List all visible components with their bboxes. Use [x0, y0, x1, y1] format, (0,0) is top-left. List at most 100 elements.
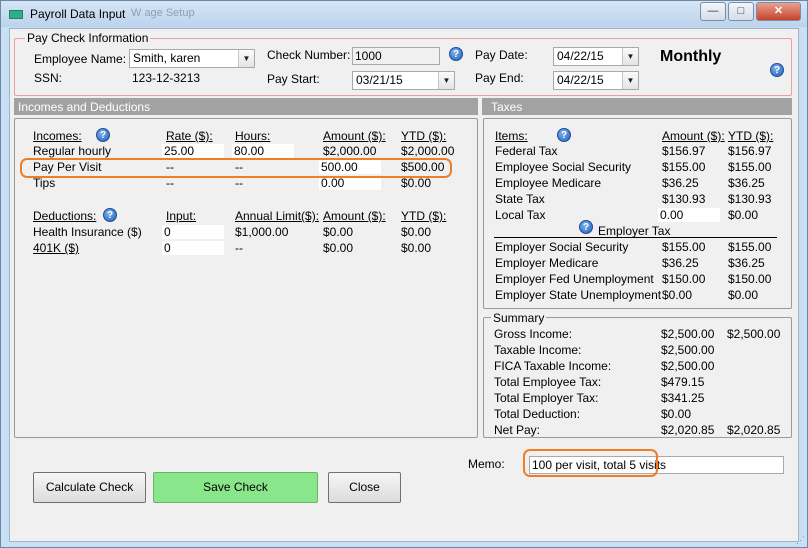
- employer-tax-amount: $150.00: [662, 272, 706, 286]
- pay-date-picker[interactable]: 04/22/15 ▼: [553, 47, 639, 66]
- deduction-ytd: $0.00: [401, 241, 432, 255]
- employer-tax-name: Employer Fed Unemployment: [495, 272, 654, 286]
- tax-amount: $130.93: [662, 192, 706, 206]
- col-deduction-ytd: YTD ($):: [401, 209, 447, 223]
- help-icon[interactable]: ?: [103, 208, 117, 222]
- pay-end-label: Pay End:: [475, 71, 524, 85]
- tax-ytd: $155.00: [728, 160, 772, 174]
- title-bar[interactable]: Payroll Data Input W age Setup — □ ✕: [1, 1, 807, 27]
- help-icon[interactable]: ?: [579, 220, 593, 234]
- income-amount: $2,000.00: [323, 144, 377, 158]
- col-deduction-amount: Amount ($):: [323, 209, 386, 223]
- items-label: Items:: [495, 129, 528, 143]
- minimize-icon[interactable]: —: [700, 2, 726, 21]
- employee-name-select[interactable]: Smith, karen ▼: [129, 49, 255, 68]
- app-icon: [9, 10, 23, 19]
- tax-amount: $36.25: [662, 176, 699, 190]
- chevron-down-icon[interactable]: ▼: [622, 48, 638, 65]
- summary-ytd: $2,020.85: [727, 423, 781, 437]
- background-window-title: W age Setup: [131, 7, 195, 19]
- paycheck-info-label: Pay Check Information: [25, 31, 151, 45]
- income-ytd: $0.00: [401, 176, 432, 190]
- summary-name: FICA Taxable Income:: [494, 359, 612, 373]
- income-ytd: $2,000.00: [401, 144, 455, 158]
- col-annual-limit: Annual Limit($):: [235, 209, 320, 223]
- summary-amount: $2,020.85: [661, 423, 715, 437]
- summary-name: Net Pay:: [494, 423, 541, 437]
- tax-name: Federal Tax: [495, 144, 558, 158]
- ssn-label: SSN:: [34, 71, 63, 85]
- taxes-header: Taxes: [491, 100, 523, 114]
- tax-name: State Tax: [495, 192, 545, 206]
- close-button[interactable]: Close: [328, 472, 401, 503]
- summary-name: Taxable Income:: [494, 343, 582, 357]
- employer-tax-amount: $155.00: [662, 240, 706, 254]
- check-number-label: Check Number:: [267, 48, 351, 62]
- memo-highlight: [523, 449, 658, 477]
- window-title: Payroll Data Input: [30, 7, 126, 21]
- pay-start-picker[interactable]: 03/21/15 ▼: [352, 71, 455, 90]
- tax-ytd: $156.97: [728, 144, 772, 158]
- summary-name: Gross Income:: [494, 327, 573, 341]
- summary-ytd: $2,500.00: [727, 327, 781, 341]
- deduction-input[interactable]: 0: [162, 241, 224, 255]
- help-icon[interactable]: ?: [557, 128, 571, 142]
- memo-label: Memo:: [468, 457, 505, 471]
- check-number-field[interactable]: 1000: [352, 47, 440, 65]
- hours-field[interactable]: 80.00: [232, 144, 294, 158]
- employee-name-label: Employee Name:: [34, 52, 127, 66]
- summary-amount: $341.25: [661, 391, 705, 405]
- summary-name: Total Employee Tax:: [494, 375, 602, 389]
- col-tax-amount: Amount ($):: [662, 129, 725, 143]
- help-icon[interactable]: ?: [96, 128, 110, 142]
- deduction-name: Health Insurance ($): [33, 225, 142, 239]
- pay-end-value: 04/22/15: [557, 73, 604, 87]
- summary-amount: $2,500.00: [661, 359, 715, 373]
- employer-tax-amount: $0.00: [662, 288, 693, 302]
- employer-tax-header: Employer Tax: [598, 224, 671, 238]
- save-check-button[interactable]: Save Check: [153, 472, 318, 503]
- amount-field[interactable]: 0.00: [319, 176, 381, 190]
- chevron-down-icon[interactable]: ▼: [438, 72, 454, 89]
- deduction-amount: $0.00: [323, 225, 354, 239]
- income-row-name: Tips: [33, 176, 56, 190]
- pay-date-value: 04/22/15: [557, 49, 604, 63]
- summary-name: Total Employer Tax:: [494, 391, 599, 405]
- summary-label: Summary: [491, 311, 547, 325]
- tax-amount: $155.00: [662, 160, 706, 174]
- close-window-icon[interactable]: ✕: [756, 2, 801, 21]
- ssn-value: 123-12-3213: [132, 71, 201, 85]
- chevron-down-icon[interactable]: ▼: [622, 72, 638, 89]
- chevron-down-icon[interactable]: ▼: [238, 50, 254, 67]
- income-hours: --: [235, 176, 243, 190]
- rate-field[interactable]: 25.00: [162, 144, 224, 158]
- summary-amount: $479.15: [661, 375, 705, 389]
- employer-tax-name: Employer Social Security: [495, 240, 629, 254]
- pay-per-visit-highlight: [20, 158, 452, 178]
- divider: [494, 237, 777, 238]
- summary-amount: $0.00: [661, 407, 692, 421]
- pay-start-value: 03/21/15: [356, 73, 403, 87]
- col-ytd: YTD ($):: [401, 129, 447, 143]
- employer-tax-ytd: $36.25: [728, 256, 765, 270]
- tax-ytd: $0.00: [728, 208, 759, 222]
- incomes-header: Incomes and Deductions: [18, 100, 151, 114]
- resize-grip-icon[interactable]: ⋰: [796, 535, 806, 545]
- income-rate: --: [166, 176, 174, 190]
- calculate-check-button[interactable]: Calculate Check: [33, 472, 146, 503]
- local-tax-field[interactable]: 0.00: [658, 208, 720, 222]
- pay-frequency: Monthly: [660, 48, 722, 65]
- deduction-limit: --: [235, 241, 243, 255]
- deduction-name-link[interactable]: 401K ($): [33, 241, 79, 255]
- pay-end-picker[interactable]: 04/22/15 ▼: [553, 71, 639, 90]
- col-rate: Rate ($):: [166, 129, 213, 143]
- tax-ytd: $130.93: [728, 192, 772, 206]
- help-icon[interactable]: ?: [449, 47, 463, 61]
- summary-name: Total Deduction:: [494, 407, 581, 421]
- help-icon[interactable]: ?: [770, 63, 784, 77]
- employer-tax-name: Employer State Unemployment: [495, 288, 662, 302]
- maximize-icon[interactable]: □: [728, 2, 754, 21]
- deduction-input[interactable]: 0: [162, 225, 224, 239]
- deduction-ytd: $0.00: [401, 225, 432, 239]
- employer-tax-ytd: $155.00: [728, 240, 772, 254]
